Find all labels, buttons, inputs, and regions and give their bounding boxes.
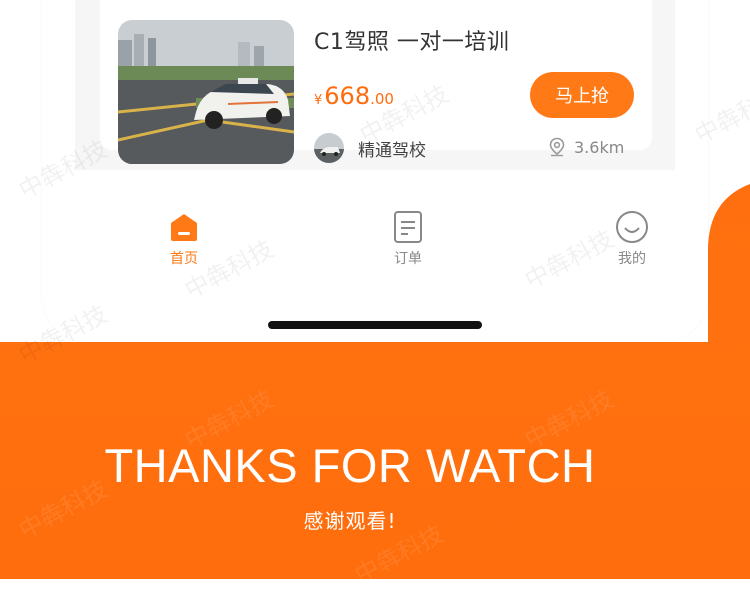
course-card[interactable]: C1驾照 一对一培训 ¥668.00 马上抢 精通驾校 3.6km — [100, 0, 652, 164]
course-price: ¥668.00 — [314, 82, 394, 110]
location-pin-icon — [549, 137, 565, 157]
distance-info: 3.6km — [548, 137, 624, 157]
home-indicator[interactable] — [268, 321, 482, 329]
closing-subtitle: 感谢观看! — [303, 509, 397, 533]
closing-title: THANKS FOR WATCH — [104, 439, 596, 492]
smiley-profile-icon — [615, 210, 649, 244]
school-avatar[interactable] — [314, 133, 344, 163]
order-document-icon — [391, 210, 425, 244]
tab-home-label: 首页 — [170, 251, 198, 267]
phone-screen: C1驾照 一对一培训 ¥668.00 马上抢 精通驾校 3.6km 首页 订单 … — [42, 0, 708, 342]
bottom-tab-bar: 首页 订单 我的 — [75, 210, 675, 280]
price-integer: 668 — [324, 82, 371, 110]
school-photo-icon — [314, 133, 344, 163]
tab-profile[interactable]: 我的 — [582, 210, 682, 280]
tab-orders[interactable]: 订单 — [358, 210, 458, 280]
course-image[interactable] — [118, 20, 294, 164]
home-icon — [167, 210, 201, 244]
tab-home[interactable]: 首页 — [134, 210, 234, 280]
tab-orders-label: 订单 — [394, 251, 422, 267]
course-title: C1驾照 一对一培训 — [314, 30, 510, 55]
price-decimal: .00 — [370, 90, 394, 108]
tab-profile-label: 我的 — [618, 251, 646, 267]
driving-car-photo-icon — [118, 20, 294, 164]
distance-value: 3.6km — [574, 137, 625, 157]
buy-now-button[interactable]: 马上抢 — [530, 72, 634, 118]
school-name[interactable]: 精通驾校 — [358, 136, 426, 161]
price-currency: ¥ — [314, 93, 323, 108]
